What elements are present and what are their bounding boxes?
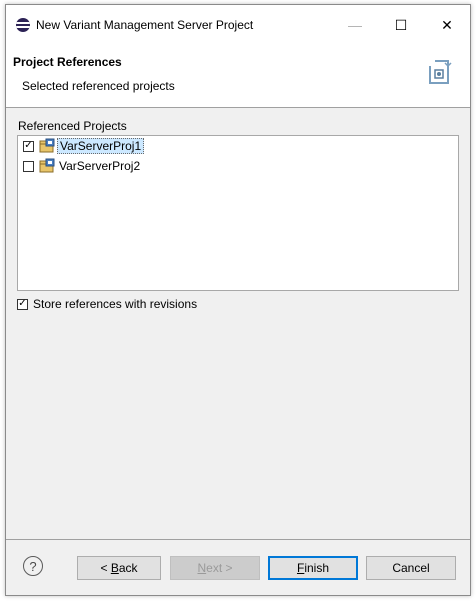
cancel-button[interactable]: Cancel	[366, 556, 456, 580]
store-references-checkbox[interactable]: ✓	[17, 298, 28, 310]
maximize-button[interactable]: ☐	[378, 5, 424, 45]
referenced-projects-label: Referenced Projects	[18, 119, 127, 133]
page-title: Project References	[13, 55, 122, 69]
project-icon	[39, 138, 55, 153]
store-references-label[interactable]: Store references with revisions	[31, 297, 199, 311]
dialog-window: New Variant Management Server Project — …	[5, 4, 471, 596]
back-rest: ack	[118, 561, 138, 575]
project-2-checkbox[interactable]	[23, 160, 34, 172]
project-1-checkbox[interactable]: ✓	[23, 140, 34, 152]
project-2-label[interactable]: VarServerProj2	[57, 159, 142, 173]
next-button[interactable]: Next >	[170, 556, 260, 580]
finish-rest: inish	[304, 561, 330, 575]
help-button[interactable]: ?	[23, 556, 43, 576]
minimize-button[interactable]: —	[332, 5, 378, 45]
back-button[interactable]: < Back	[77, 556, 161, 580]
wizard-header: Project References Selected referenced p…	[6, 45, 470, 108]
back-mnemonic: B	[110, 561, 119, 575]
finish-button[interactable]: Finish	[268, 556, 358, 580]
window-controls: — ☐ ✕	[332, 5, 470, 45]
page-description: Selected referenced projects	[22, 79, 175, 93]
window-title: New Variant Management Server Project	[36, 18, 254, 32]
list-item[interactable]: VarServerProj2	[18, 156, 458, 176]
project-icon	[39, 158, 55, 173]
close-button[interactable]: ✕	[424, 5, 470, 45]
next-rest: ext >	[206, 561, 233, 575]
referenced-projects-list[interactable]: ✓ VarServerProj1 VarServerProj2	[17, 135, 459, 291]
store-references-option[interactable]: ✓ Store references with revisions	[17, 297, 199, 311]
finish-mnemonic: F	[296, 561, 305, 575]
eclipse-app-icon	[16, 18, 30, 32]
list-item[interactable]: ✓ VarServerProj1	[18, 136, 458, 156]
wizard-banner-icon	[429, 60, 452, 84]
title-bar: New Variant Management Server Project — …	[6, 5, 470, 45]
next-mnemonic: N	[197, 561, 207, 575]
back-prefix: <	[100, 561, 111, 575]
footer-divider	[6, 539, 470, 540]
project-1-label[interactable]: VarServerProj1	[57, 138, 145, 154]
